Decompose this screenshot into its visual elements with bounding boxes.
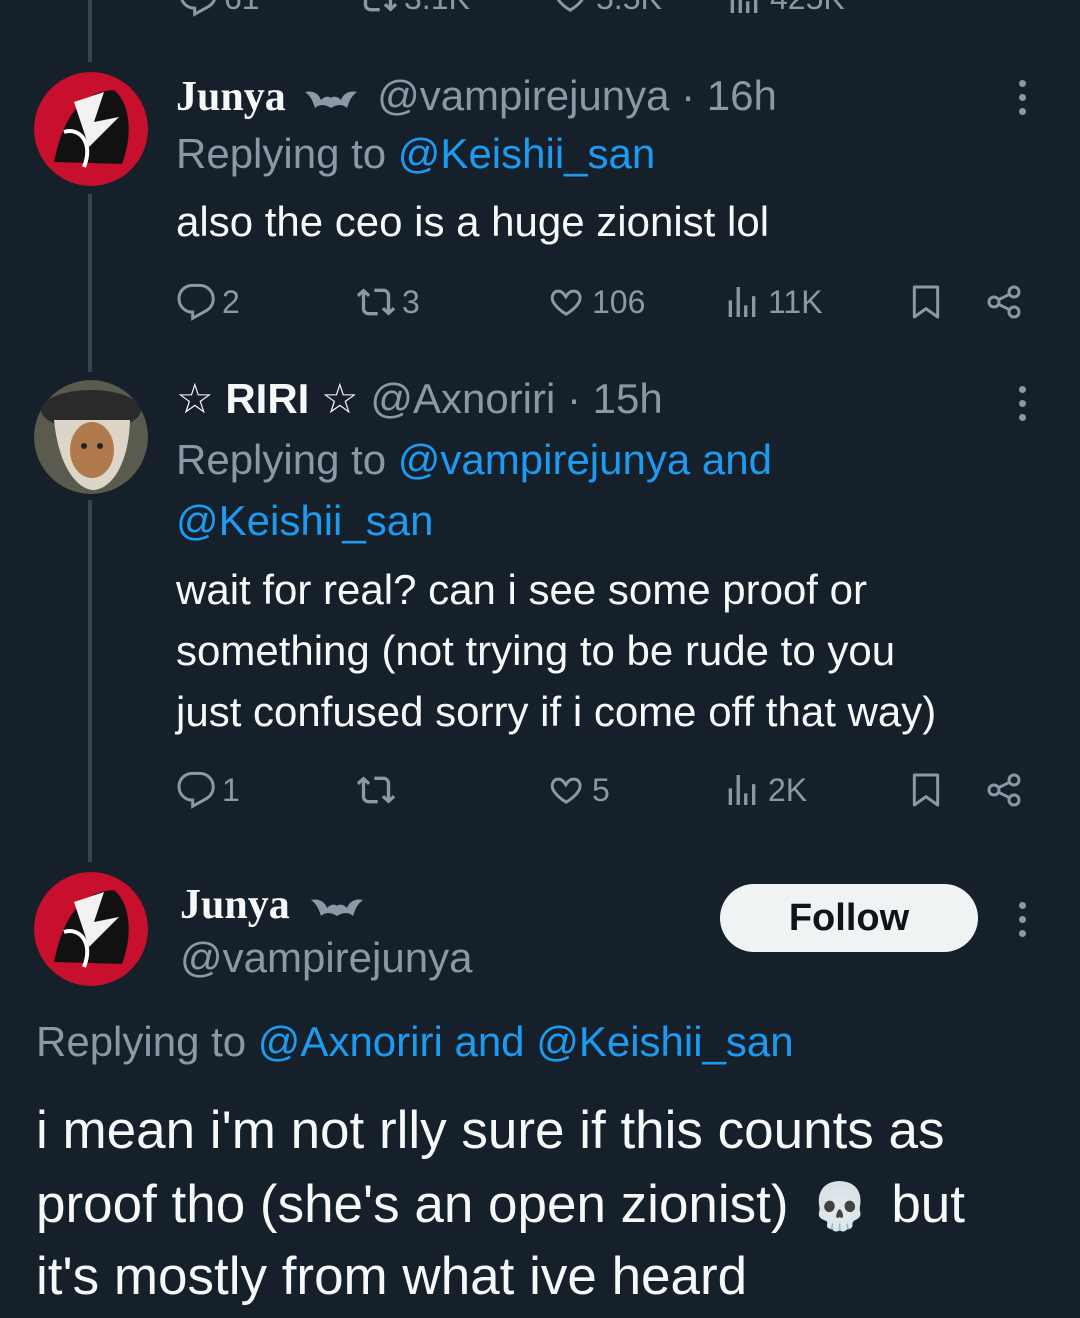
tweet-2-text-line-3: just confused sorry if i come off that w… <box>176 688 937 735</box>
main-more-button[interactable] <box>1019 902 1027 944</box>
dot-icon <box>1019 108 1026 115</box>
tweet-2-like-count: 5 <box>592 771 610 808</box>
dot-icon <box>1019 94 1026 101</box>
views-icon <box>728 775 756 805</box>
mention-link[interactable]: @Axnoriri and @Keishii_san <box>258 1018 794 1065</box>
tweet-2-replying-to-line2[interactable]: @Keishii_san <box>176 497 433 545</box>
tweet-1-like-button[interactable]: 106 <box>546 282 645 322</box>
dot-icon <box>1019 386 1026 393</box>
tweet-1-bookmark-button[interactable] <box>906 282 946 322</box>
avatar-junya[interactable] <box>34 72 148 186</box>
tweet-1-replying-to: Replying to @Keishii_san <box>176 130 655 178</box>
views-icon <box>728 287 756 317</box>
avatar-junya-main[interactable] <box>34 872 148 986</box>
thread-line-1 <box>88 194 92 372</box>
top-repost-button[interactable]: 3.1K <box>358 0 470 18</box>
top-repost-count: 3.1K <box>404 0 470 17</box>
tweet-2-header: ☆ RIRI ☆ @Axnoriri · 15h <box>176 374 663 423</box>
bat-icon <box>311 899 364 916</box>
heart-icon <box>550 289 582 316</box>
main-text-line-3: it's mostly from what ive heard <box>36 1247 748 1306</box>
main-text-line-2: proof tho (she's an open zionist) 💀 but <box>36 1174 965 1235</box>
top-reply-count: 61 <box>224 0 260 17</box>
tweet-2-bookmark-button[interactable] <box>906 770 946 810</box>
repost-icon <box>356 288 396 316</box>
tweet-1-more-button[interactable] <box>1019 80 1027 122</box>
tweet-2-replying-to: Replying to @vampirejunya and <box>176 436 772 484</box>
tweet-1-repost-button[interactable]: 3 <box>356 282 420 322</box>
replying-to-label: Replying to <box>176 130 387 177</box>
tweet-2-text-line-1: wait for real? can i see some proof or <box>176 566 867 613</box>
reply-icon <box>177 283 215 321</box>
main-text-line-1: i mean i'm not rlly sure if this counts … <box>36 1101 945 1160</box>
bookmark-icon <box>912 285 940 319</box>
tweet-1-reply-button[interactable]: 2 <box>176 282 240 322</box>
tweet-2-repost-button[interactable] <box>356 770 402 810</box>
tweet-2-display-name[interactable]: ☆ RIRI ☆ <box>176 375 359 422</box>
views-icon <box>730 0 758 13</box>
tweet-1-display-name[interactable]: Junya <box>176 74 286 120</box>
mention-link[interactable]: @vampirejunya and <box>398 436 772 483</box>
skull-emoji-icon: 💀 <box>811 1180 869 1232</box>
tweet-1-reply-count: 2 <box>222 283 240 320</box>
avatar-image-junya <box>34 872 148 986</box>
tweet-1-share-button[interactable] <box>984 282 1024 322</box>
avatar-image-junya <box>34 72 148 186</box>
tweet-2-reply-count: 1 <box>222 771 240 808</box>
main-replying-to: Replying to @Axnoriri and @Keishii_san <box>36 1018 794 1066</box>
share-icon <box>987 285 1021 319</box>
tweet-1-views-count: 11K <box>768 283 823 320</box>
tweet-2-share-button[interactable] <box>984 770 1024 810</box>
tweet-1-header: Junya @vampirejunya · 16h <box>176 72 777 121</box>
replying-to-label: Replying to <box>36 1018 247 1065</box>
thread-line-top <box>88 0 92 62</box>
dot-icon <box>1019 916 1026 923</box>
reply-icon <box>177 771 215 809</box>
avatar-image-riri <box>34 380 148 494</box>
top-reply-button[interactable]: 61 <box>178 0 260 18</box>
tweet-1-repost-count: 3 <box>402 283 420 320</box>
main-handle[interactable]: @vampirejunya <box>180 934 472 982</box>
main-text-line-2-tail: but <box>891 1175 965 1234</box>
heart-icon <box>556 0 584 12</box>
main-text-line-2-text: proof tho (she's an open zionist) <box>36 1175 789 1234</box>
dot-icon <box>1019 930 1026 937</box>
repost-icon <box>356 776 396 804</box>
tweet-1-text: also the ceo is a huge zionist lol <box>176 198 770 245</box>
dot-icon <box>1019 414 1026 421</box>
share-icon <box>987 773 1021 807</box>
tweet-1-like-count: 106 <box>592 283 646 320</box>
tweet-2-views-button[interactable]: 2K <box>722 770 807 810</box>
thread-line-2 <box>88 500 92 862</box>
tweet-2-reply-button[interactable]: 1 <box>176 770 240 810</box>
heart-icon <box>550 777 582 804</box>
replying-to-label: Replying to <box>176 436 387 483</box>
dot-icon <box>1019 902 1026 909</box>
top-like-count: 5.5K <box>596 0 662 17</box>
follow-button[interactable]: Follow <box>720 884 978 952</box>
tweet-1-time[interactable]: · 16h <box>681 72 777 119</box>
tweet-1-views-button[interactable]: 11K <box>722 282 823 322</box>
top-like-button[interactable]: 5.5K <box>550 0 662 18</box>
repost-icon <box>363 0 398 12</box>
avatar-riri[interactable] <box>34 380 148 494</box>
tweet-1-handle[interactable]: @vampirejunya <box>377 72 669 119</box>
tweet-2-like-button[interactable]: 5 <box>546 770 610 810</box>
dot-icon <box>1019 80 1026 87</box>
mention-link[interactable]: @Keishii_san <box>398 130 655 177</box>
tweet-2-text-line-2: something (not trying to be rude to you <box>176 627 896 674</box>
tweet-2-more-button[interactable] <box>1019 386 1027 428</box>
top-views-button[interactable]: 425K <box>724 0 845 18</box>
top-views-count: 425K <box>770 0 845 17</box>
main-display-name[interactable]: Junya <box>180 882 290 928</box>
tweet-2-views-count: 2K <box>768 771 808 808</box>
tweet-2-handle[interactable]: @Axnoriri <box>370 375 555 422</box>
main-name-row: Junya <box>180 880 365 929</box>
dot-icon <box>1019 400 1026 407</box>
bookmark-icon <box>912 773 940 807</box>
bat-icon <box>305 91 358 108</box>
reply-icon <box>180 0 216 17</box>
tweet-2-time[interactable]: · 15h <box>567 375 663 422</box>
